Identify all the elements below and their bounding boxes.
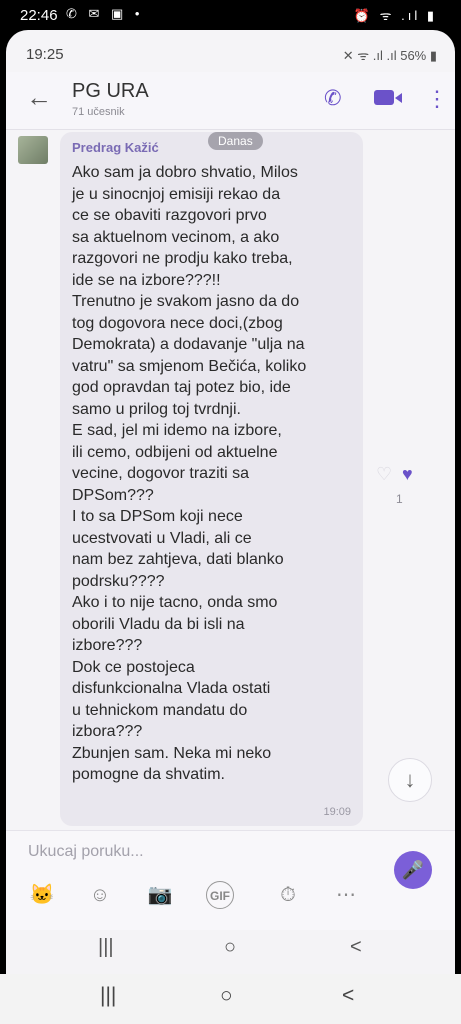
inner-navigation-bar: ||| ○ < (6, 930, 455, 974)
gif-icon[interactable]: GIF (206, 881, 234, 909)
scroll-down-button[interactable]: ↓ (388, 758, 432, 802)
message-input[interactable]: Ukucaj poruku... (28, 843, 144, 861)
message-time: 19:09 (323, 806, 351, 818)
heart-outline-icon[interactable]: ♡ (376, 464, 392, 485)
microphone-icon[interactable]: 🎤 (394, 851, 432, 889)
chat-header: ← PG URA 71 učesnik ✆ ⋮ (6, 72, 455, 130)
sticker-icon[interactable]: 🐱 (28, 881, 56, 909)
avatar[interactable] (18, 136, 48, 164)
back-arrow-icon[interactable]: ← (26, 82, 52, 113)
home-icon[interactable]: ○ (220, 984, 233, 1008)
reactions[interactable]: ♡ ♥ 1 (366, 460, 430, 506)
back-icon[interactable]: < (350, 936, 362, 959)
phone-icon[interactable]: ✆ (324, 86, 342, 111)
timer-icon[interactable]: ⏱ (274, 881, 302, 909)
more-menu-icon[interactable]: ⋮ (426, 86, 448, 112)
recent-apps-icon[interactable]: ||| (100, 984, 116, 1008)
sender-name[interactable]: Predrag Kažić (72, 140, 159, 155)
chat-area: Predrag Kažić Danas Ako sam ja dobro shv… (6, 130, 455, 830)
reaction-count: 1 (396, 492, 403, 506)
viber-screen: 19:25 ✕ ᯤ .ıl .ıl 56% ▮ ← PG URA 71 učes… (6, 30, 455, 974)
message-bubble[interactable]: Predrag Kažić Danas Ako sam ja dobro shv… (60, 132, 363, 826)
back-icon[interactable]: < (342, 984, 354, 1008)
compose-bar: Ukucaj poruku... 🎤 🐱 ☺ 📷 GIF ⏱ ⋯ (6, 830, 455, 930)
outer-navigation-bar: ||| ○ < (0, 974, 461, 1024)
participant-count: 71 učesnik (72, 106, 125, 118)
outer-clock: 22:46 (20, 7, 58, 24)
message-text: Ako sam ja dobro shvatio, Milos je u sin… (72, 164, 307, 783)
recent-apps-icon[interactable]: ||| (98, 936, 114, 959)
camera-icon[interactable]: 📷 (146, 881, 174, 909)
group-title[interactable]: PG URA (72, 80, 149, 103)
date-pill: Danas (208, 132, 263, 150)
inner-status-icons: ✕ ᯤ .ıl .ıl 56% ▮ (342, 48, 437, 63)
notification-icons: ✆ ✉ ▣ • (66, 6, 144, 21)
heart-filled-icon[interactable]: ♥ (402, 464, 413, 485)
outer-status-bar: 22:46 ✆ ✉ ▣ • ⏰ ᯤ .ıl ▮ (0, 0, 461, 30)
home-icon[interactable]: ○ (224, 936, 236, 959)
inner-status-bar: 19:25 ✕ ᯤ .ıl .ıl 56% ▮ (6, 30, 455, 72)
system-status-icons: ⏰ ᯤ .ıl ▮ (353, 8, 437, 23)
more-options-icon[interactable]: ⋯ (332, 881, 360, 909)
video-call-icon[interactable] (374, 90, 394, 105)
inner-clock: 19:25 (26, 46, 64, 63)
emoji-icon[interactable]: ☺ (86, 881, 114, 909)
